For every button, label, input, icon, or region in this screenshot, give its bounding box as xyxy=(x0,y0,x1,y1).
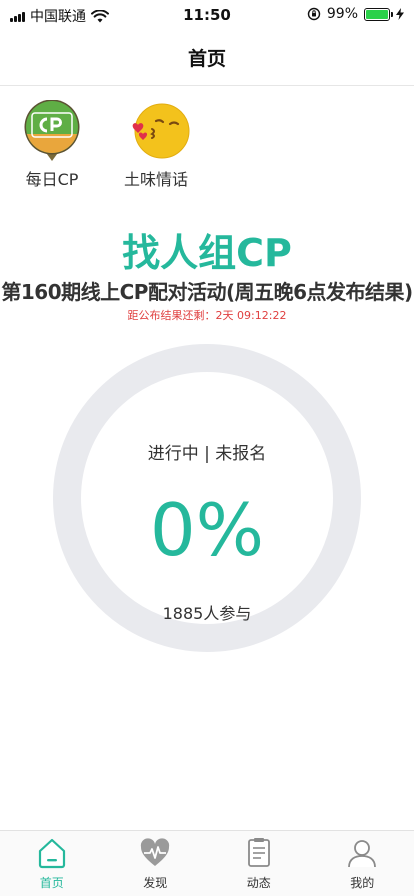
shortcut-label: 每日CP xyxy=(25,170,79,189)
tab-label: 首页 xyxy=(39,876,64,890)
home-icon xyxy=(38,838,65,869)
shortcut-love-quotes[interactable]: 土味情话 xyxy=(120,100,192,190)
battery-percent: 99% xyxy=(326,6,358,22)
tab-home[interactable]: 首页 xyxy=(0,831,104,896)
charging-icon xyxy=(396,8,404,20)
activity-headline: 找人组CP xyxy=(122,231,292,275)
status-right: 99% xyxy=(307,6,404,22)
shortcut-row: 每日CP 土味情话 xyxy=(16,99,192,190)
battery-icon xyxy=(364,7,393,21)
participant-count: 1885人参与 xyxy=(162,604,252,623)
document-icon xyxy=(247,838,270,867)
status-bar: 中国联通 11:50 99% xyxy=(0,0,414,30)
user-icon xyxy=(348,840,377,868)
tab-label: 发现 xyxy=(143,876,168,890)
registration-status: 进行中 | 未报名 xyxy=(147,444,267,464)
tab-profile[interactable]: 我的 xyxy=(311,831,414,896)
shortcut-label: 土味情话 xyxy=(123,170,188,189)
battery-fill xyxy=(366,9,388,19)
progress-percent: 0% xyxy=(149,488,265,572)
orientation-lock-icon xyxy=(307,7,321,21)
countdown-text: 距公布结果还剩：2天 09:12:22 xyxy=(127,309,287,322)
nav-bar: 首页 xyxy=(0,30,414,86)
kiss-emoji-icon xyxy=(126,100,190,162)
shortcut-daily-cp[interactable]: 每日CP xyxy=(16,99,88,190)
tab-feed[interactable]: 动态 xyxy=(207,831,311,896)
page-title: 首页 xyxy=(187,48,226,70)
activity-title: 第160期线上CP配对活动(周五晚6点发布结果) xyxy=(1,280,413,304)
tab-discover[interactable]: 发现 xyxy=(104,831,208,896)
progress-ring[interactable]: 进行中 | 未报名 0% 1885人参与 xyxy=(52,343,362,653)
tab-label: 动态 xyxy=(246,876,271,890)
cp-badge-icon xyxy=(22,99,82,162)
heartbeat-icon xyxy=(141,838,170,866)
tab-label: 我的 xyxy=(350,876,375,890)
tab-bar: 首页 发现 动态 我的 xyxy=(0,830,414,896)
